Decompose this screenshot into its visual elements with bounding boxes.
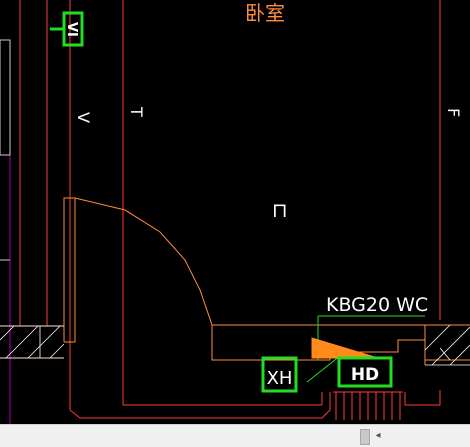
hd-marker-label: HD — [351, 365, 379, 385]
distribution-panel-symbol[interactable] — [311, 337, 379, 359]
cad-viewport[interactable]: 卧室 V T F VI ⊓ KBG20 WC XH HD ◂ — [0, 0, 470, 447]
pipe-label: KBG20 WC — [326, 294, 428, 316]
hd-marker[interactable]: HD — [337, 356, 393, 388]
scrollbar-thumb[interactable] — [360, 429, 370, 445]
vi-marker-label: VI — [64, 22, 79, 37]
wall-outline-orange — [63, 197, 425, 361]
pipe-marker-v: V — [74, 112, 93, 123]
vi-marker[interactable]: VI — [50, 11, 84, 47]
wall-right — [424, 324, 470, 365]
pipe-run-bottom-3 — [404, 390, 441, 406]
horizontal-scrollbar[interactable]: ◂ — [0, 424, 470, 447]
left-column-outline — [0, 39, 11, 156]
conduit-comb — [333, 391, 403, 420]
door-mark-symbol: ⊓ — [272, 198, 288, 222]
xh-marker-label: XH — [267, 368, 293, 389]
pipe-marker-f: F — [444, 108, 463, 117]
wall-hatch-right — [424, 324, 470, 366]
cad-drawing-canvas[interactable]: 卧室 V T F VI ⊓ KBG20 WC XH HD — [0, 0, 470, 424]
room-label: 卧室 — [245, 1, 285, 25]
scroll-left-arrow-icon[interactable]: ◂ — [372, 427, 384, 445]
xh-marker[interactable]: XH — [261, 356, 298, 393]
pipe-marker-t: T — [127, 106, 146, 117]
